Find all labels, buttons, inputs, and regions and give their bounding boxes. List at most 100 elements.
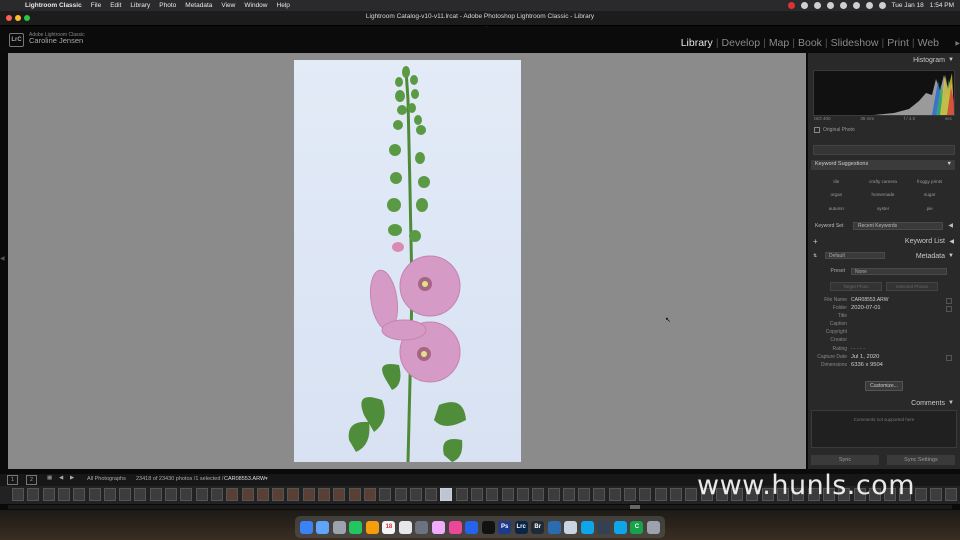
secondary-window-button[interactable]: 2 <box>26 475 37 485</box>
filmstrip-thumbnail[interactable] <box>73 488 86 501</box>
filmstrip-thumbnail[interactable] <box>624 488 636 501</box>
loupe-photo[interactable] <box>294 60 521 462</box>
filmstrip-thumbnail[interactable] <box>516 488 529 501</box>
preview-icon[interactable] <box>564 520 578 534</box>
filmstrip-thumbnail[interactable] <box>425 488 438 501</box>
mail-icon[interactable] <box>316 520 330 534</box>
filmstrip-scroll-thumb[interactable] <box>630 505 640 509</box>
original-photo-toggle[interactable]: Original Photo <box>814 127 855 133</box>
sync-metadata-button[interactable]: Sync <box>811 455 879 465</box>
facetime-icon[interactable]: C <box>630 520 644 534</box>
collapse-triangle-icon[interactable]: ▼ <box>948 253 954 259</box>
module-develop[interactable]: Develop <box>719 37 764 49</box>
filmstrip-thumbnail[interactable] <box>532 488 545 501</box>
keyword-suggestion[interactable]: organ <box>813 192 860 197</box>
expand-right-icon[interactable]: ▶ <box>955 40 960 47</box>
filmstrip-thumbnail[interactable] <box>226 488 239 501</box>
filmstrip-thumbnail[interactable] <box>409 488 422 501</box>
filmstrip-thumbnail[interactable] <box>547 488 560 501</box>
keyword-suggestion[interactable]: autumn <box>813 206 860 211</box>
selected-photos-button[interactable]: Selected Photos <box>886 282 938 291</box>
creative-cloud-icon[interactable] <box>800 2 808 9</box>
filmstrip-thumbnail-selected[interactable] <box>440 488 453 501</box>
filmstrip-thumbnail[interactable] <box>318 488 330 501</box>
menu-file[interactable]: File <box>91 2 101 9</box>
collapse-triangle-icon[interactable]: ▼ <box>948 400 954 406</box>
go-to-folder-icon[interactable] <box>946 306 952 313</box>
safari-icon[interactable] <box>465 520 479 534</box>
module-library[interactable]: Library <box>678 37 716 49</box>
filmstrip-thumbnail[interactable] <box>195 488 208 501</box>
primary-window-button[interactable]: 1 <box>7 475 18 485</box>
expand-triangle-icon[interactable]: ◀ <box>949 238 954 245</box>
menu-edit[interactable]: Edit <box>110 2 121 9</box>
filmstrip-thumbnail[interactable] <box>379 488 392 501</box>
keyword-suggestion[interactable]: homemade <box>860 192 907 197</box>
filmstrip-thumbnail[interactable] <box>562 488 575 501</box>
keyword-tag-input[interactable] <box>813 145 955 155</box>
edit-icon[interactable] <box>946 298 952 304</box>
collapse-triangle-icon[interactable]: ▼ <box>948 57 954 63</box>
keyword-suggestion[interactable]: crafty camera <box>860 179 907 184</box>
edit-capture-time-icon[interactable] <box>946 354 952 361</box>
collapse-triangle-icon[interactable]: ▼ <box>947 161 952 167</box>
keyword-suggestion[interactable]: pie <box>906 206 953 211</box>
filmstrip-thumbnail[interactable] <box>945 488 958 501</box>
control-center-icon[interactable] <box>878 2 886 9</box>
trash-icon[interactable] <box>646 520 660 534</box>
histogram-panel-header[interactable]: Histogram ▼ <box>808 55 956 68</box>
preset-select[interactable]: None <box>851 268 947 275</box>
filmstrip-thumbnail[interactable] <box>57 488 70 501</box>
filmstrip-thumbnail[interactable] <box>455 488 468 501</box>
filmstrip-thumbnail[interactable] <box>333 488 346 501</box>
photos-icon[interactable] <box>432 520 446 534</box>
keyword-suggestion[interactable]: tile <box>813 179 860 184</box>
module-slideshow[interactable]: Slideshow <box>828 37 882 49</box>
bridge-icon[interactable]: Br <box>531 520 545 534</box>
filmstrip-thumbnail[interactable] <box>394 488 407 501</box>
terminal-icon[interactable] <box>481 520 495 534</box>
filmstrip-thumbnail[interactable] <box>287 488 300 501</box>
module-web[interactable]: Web <box>915 37 942 49</box>
filmstrip-thumbnail[interactable] <box>486 488 499 501</box>
filmstrip-thumbnail[interactable] <box>88 488 101 501</box>
keyword-suggestion[interactable]: froggy prints <box>906 179 953 184</box>
histogram[interactable] <box>813 70 955 116</box>
menu-window[interactable]: Window <box>244 2 267 9</box>
module-print[interactable]: Print <box>884 37 912 49</box>
music-icon[interactable] <box>448 520 462 534</box>
filmstrip-thumbnail[interactable] <box>501 488 514 501</box>
search-icon[interactable] <box>865 2 873 9</box>
keyword-list-header[interactable]: + Keyword List ◀ <box>808 236 956 249</box>
rating-stars[interactable]: · · · · · <box>851 346 865 352</box>
filmstrip-thumbnail[interactable] <box>256 488 269 501</box>
menu-help[interactable]: Help <box>277 2 290 9</box>
module-map[interactable]: Map <box>766 37 792 49</box>
menu-time[interactable]: 1:54 PM <box>930 2 954 9</box>
photoshop-icon[interactable]: Ps <box>498 520 512 534</box>
launchpad-icon[interactable] <box>332 520 346 534</box>
target-photo-button[interactable]: Target Photo <box>830 282 882 291</box>
filmstrip-thumbnail[interactable] <box>27 488 40 501</box>
keyword-suggestion[interactable]: sugar <box>906 192 953 197</box>
finder-icon[interactable] <box>299 520 313 534</box>
filmstrip-thumbnail[interactable] <box>134 488 147 501</box>
filmstrip-thumbnail[interactable] <box>165 488 177 501</box>
filmstrip-thumbnail[interactable] <box>210 488 223 501</box>
sync-icon[interactable] <box>826 2 834 9</box>
messages-icon[interactable] <box>349 520 363 534</box>
customize-button[interactable]: Customize... <box>865 381 903 391</box>
filmstrip-thumbnail[interactable] <box>348 488 361 501</box>
filmstrip-thumbnail[interactable] <box>149 488 162 501</box>
original-photo-checkbox[interactable] <box>814 127 820 133</box>
keynote-icon[interactable] <box>580 520 594 534</box>
forward-arrow-icon[interactable]: ▶ <box>70 475 74 481</box>
folder-value[interactable]: 2020-07-01 <box>851 305 881 311</box>
dropbox-icon[interactable] <box>813 2 821 9</box>
menu-date[interactable]: Tue Jan 18 <box>892 2 924 9</box>
keyword-suggestions-header[interactable]: Keyword Suggestions ▼ <box>811 160 955 170</box>
filmstrip-thumbnail[interactable] <box>12 488 24 501</box>
keyword-set-select[interactable]: Recent Keywords <box>853 222 943 230</box>
filmstrip-thumbnail[interactable] <box>302 488 315 501</box>
sync-settings-button[interactable]: Sync Settings <box>887 455 955 465</box>
